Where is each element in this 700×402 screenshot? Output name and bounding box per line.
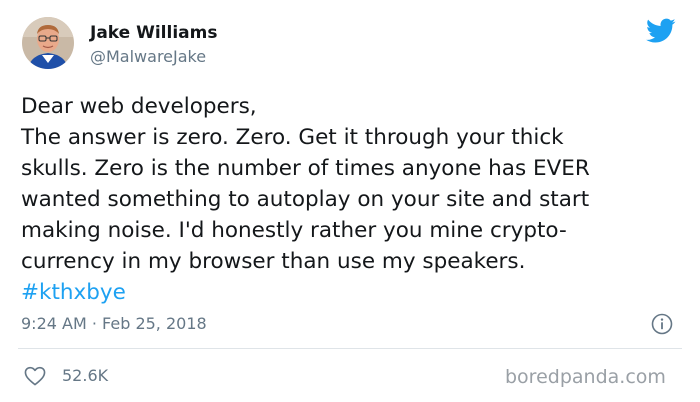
avatar[interactable] bbox=[22, 17, 74, 69]
tweet-line: The answer is zero. Zero. Get it through… bbox=[21, 125, 564, 150]
twitter-bird-icon[interactable] bbox=[646, 18, 676, 44]
author-handle[interactable]: @MalwareJake bbox=[90, 47, 206, 66]
author-name[interactable]: Jake Williams bbox=[90, 23, 217, 43]
tweet-line: making noise. I'd honestly rather you mi… bbox=[21, 218, 567, 243]
tweet-line: Dear web developers, bbox=[21, 94, 257, 119]
hashtag-link[interactable]: #kthxbye bbox=[21, 277, 691, 308]
like-count: 52.6K bbox=[62, 366, 109, 385]
tweet-timestamp[interactable]: 9:24 AM · Feb 25, 2018 bbox=[21, 314, 207, 333]
tweet-line: currency in my browser than use my speak… bbox=[21, 249, 526, 274]
tweet-line: skulls. Zero is the number of times anyo… bbox=[21, 156, 590, 181]
tweet-text: Dear web developers, The answer is zero.… bbox=[21, 91, 691, 308]
avatar-image bbox=[22, 17, 74, 69]
watermark: boredpanda.com bbox=[505, 366, 666, 388]
info-icon[interactable] bbox=[651, 313, 673, 335]
heart-icon[interactable] bbox=[24, 366, 46, 386]
divider bbox=[18, 348, 682, 349]
tweet-line: wanted something to autoplay on your sit… bbox=[21, 187, 590, 212]
tweet-card: Jake Williams @MalwareJake Dear web deve… bbox=[0, 0, 700, 402]
